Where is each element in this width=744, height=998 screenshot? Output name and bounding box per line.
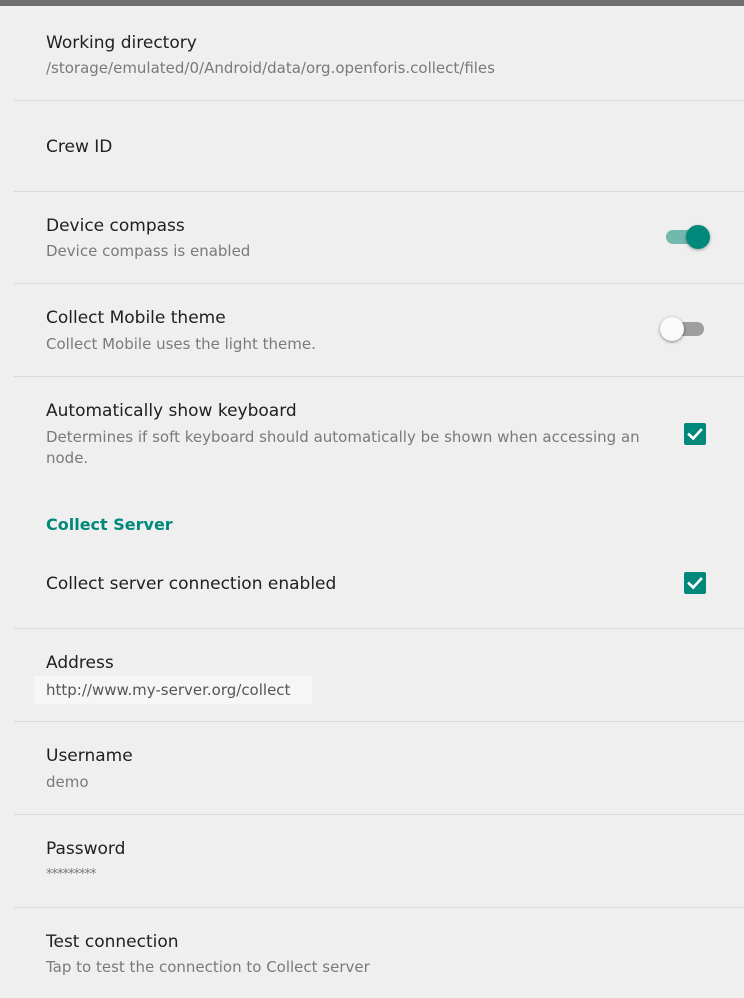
theme-title: Collect Mobile theme xyxy=(46,308,226,328)
server-connection-title: Collect server connection enabled xyxy=(46,574,337,594)
pref-crew-id[interactable]: Crew ID xyxy=(0,101,744,191)
test-connection-summary: Tap to test the connection to Collect se… xyxy=(46,958,370,976)
switch-thumb xyxy=(660,317,684,341)
address-value: http://www.my-server.org/collect xyxy=(34,676,312,704)
pref-server-connection[interactable]: Collect server connection enabled xyxy=(0,545,744,628)
pref-password[interactable]: Password ********* xyxy=(0,815,744,907)
working-directory-title: Working directory xyxy=(46,33,197,53)
check-icon xyxy=(687,428,703,441)
pref-test-connection[interactable]: Test connection Tap to test the connecti… xyxy=(0,908,744,998)
auto-keyboard-summary: Determines if soft keyboard should autom… xyxy=(46,428,640,467)
check-icon xyxy=(687,577,703,590)
pref-working-directory[interactable]: Working directory /storage/emulated/0/An… xyxy=(0,6,744,100)
server-connection-checkbox[interactable] xyxy=(684,572,706,594)
pref-device-compass[interactable]: Device compass Device compass is enabled xyxy=(0,192,744,283)
test-connection-title: Test connection xyxy=(46,932,179,952)
pref-username[interactable]: Username demo xyxy=(0,722,744,814)
crew-id-title: Crew ID xyxy=(46,137,113,157)
pref-auto-keyboard[interactable]: Automatically show keyboard Determines i… xyxy=(0,377,744,487)
pref-address[interactable]: Address xyxy=(0,629,744,721)
working-directory-summary: /storage/emulated/0/Android/data/org.ope… xyxy=(46,59,495,77)
auto-keyboard-title: Automatically show keyboard xyxy=(46,401,297,421)
device-compass-switch[interactable] xyxy=(664,223,712,251)
auto-keyboard-checkbox[interactable] xyxy=(684,423,706,445)
theme-switch[interactable] xyxy=(660,315,708,343)
device-compass-title: Device compass xyxy=(46,216,185,236)
category-collect-server: Collect Server xyxy=(46,515,173,534)
theme-summary: Collect Mobile uses the light theme. xyxy=(46,335,316,353)
password-value: ********* xyxy=(46,867,96,882)
address-title: Address xyxy=(46,653,114,673)
password-title: Password xyxy=(46,839,126,859)
pref-theme[interactable]: Collect Mobile theme Collect Mobile uses… xyxy=(0,284,744,376)
username-title: Username xyxy=(46,746,133,766)
device-compass-summary: Device compass is enabled xyxy=(46,242,251,260)
username-value: demo xyxy=(46,773,89,791)
switch-thumb xyxy=(686,225,710,249)
